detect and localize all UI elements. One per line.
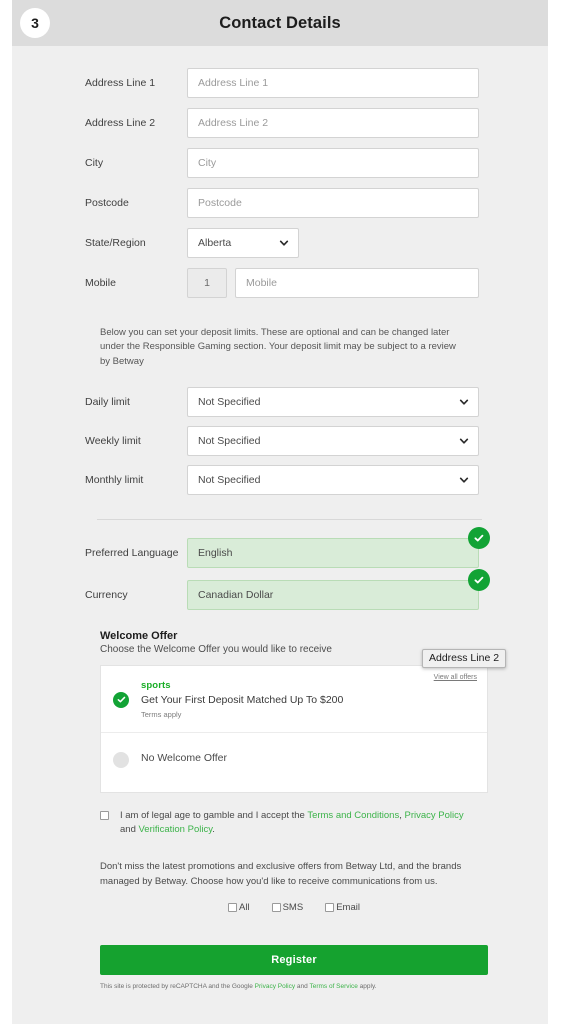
chevron-down-icon: [279, 238, 289, 248]
page-title: Contact Details: [219, 14, 341, 32]
mobile-row: Mobile 1: [12, 268, 548, 298]
state-region-value: Alberta: [198, 237, 232, 249]
currency-label: Currency: [85, 588, 128, 601]
age-consent-checkbox[interactable]: [100, 810, 109, 820]
marketing-channel-options: All SMS Email: [12, 902, 548, 913]
age-consent-row: I am of legal age to gamble and I accept…: [100, 809, 478, 837]
mobile-input[interactable]: [235, 268, 479, 298]
register-button[interactable]: Register: [100, 944, 488, 975]
recaptcha-text-lead: This site is protected by reCAPTCHA and …: [100, 982, 255, 990]
valid-check-icon: [468, 526, 490, 549]
marketing-email-label: Email: [336, 901, 360, 913]
marketing-sms-label: SMS: [282, 901, 304, 913]
consent-sep-2: and: [120, 823, 139, 835]
privacy-policy-link[interactable]: Privacy Policy: [404, 810, 463, 821]
recaptcha-notice: This site is protected by reCAPTCHA and …: [100, 983, 548, 990]
currency-row: Currency Canadian Dollar: [12, 568, 548, 610]
preferred-language-label: Preferred Language: [85, 546, 179, 559]
marketing-all-label: All: [239, 901, 250, 913]
consent-text-end: .: [212, 823, 215, 835]
verification-policy-link[interactable]: Verification Policy: [139, 824, 213, 835]
welcome-offer-option-none[interactable]: No Welcome Offer: [101, 733, 487, 792]
welcome-offer-option-sports[interactable]: sports Get Your First Deposit Matched Up…: [101, 666, 487, 733]
preferred-language-field[interactable]: English: [187, 526, 490, 568]
view-all-offers-link[interactable]: View all offers: [434, 674, 477, 681]
offer-terms-label[interactable]: Terms apply: [141, 710, 343, 719]
no-welcome-offer-label: No Welcome Offer: [141, 751, 227, 764]
address-line-1-row: Address Line 1: [12, 68, 548, 98]
state-region-row: State/Region Alberta: [12, 228, 548, 258]
welcome-offer-card: View all offers sports Get Your First De…: [100, 664, 488, 793]
monthly-limit-row: Monthly limit Not Specified: [12, 464, 548, 495]
city-label: City: [85, 157, 104, 169]
offer-title: Get Your First Deposit Matched Up To $20…: [141, 693, 344, 706]
chevron-down-icon: [459, 397, 469, 407]
marketing-all-checkbox[interactable]: [228, 902, 238, 912]
state-region-label: State/Region: [85, 237, 146, 249]
address-line-2-label: Address Line 2: [85, 117, 156, 129]
marketing-opt-in-text: Don't miss the latest promotions and exc…: [100, 861, 462, 887]
daily-limit-row: Daily limit Not Specified: [12, 386, 548, 417]
monthly-limit-select[interactable]: Not Specified: [187, 464, 479, 495]
monthly-limit-value: Not Specified: [198, 473, 261, 486]
marketing-option-all[interactable]: All: [228, 902, 250, 913]
radio-selected-icon[interactable]: [113, 691, 129, 708]
consent-text-lead: I am of legal age to gamble and I accept…: [120, 809, 308, 821]
marketing-sms-checkbox[interactable]: [271, 902, 281, 912]
offer-brand-label: sports: [141, 679, 171, 691]
address-line-2-row: Address Line 2: [12, 108, 548, 138]
weekly-limit-row: Weekly limit Not Specified: [12, 425, 548, 456]
marketing-option-sms[interactable]: SMS: [271, 901, 304, 913]
age-consent-text: I am of legal age to gamble and I accept…: [120, 809, 478, 837]
step-header: 3 Contact Details: [12, 0, 548, 46]
recaptcha-privacy-policy-link[interactable]: Privacy Policy: [255, 983, 295, 990]
monthly-limit-label: Monthly limit: [85, 473, 144, 486]
postcode-input[interactable]: [187, 188, 479, 218]
state-region-select[interactable]: Alberta: [187, 228, 299, 258]
postcode-label: Postcode: [85, 197, 129, 209]
registration-panel: 3 Contact Details Address Line 1 Address…: [12, 0, 548, 1024]
weekly-limit-label: Weekly limit: [85, 434, 141, 447]
daily-limit-label: Daily limit: [85, 395, 130, 408]
field-tooltip: Address Line 2: [422, 649, 507, 668]
currency-field[interactable]: Canadian Dollar: [187, 568, 490, 610]
chevron-down-icon: [459, 436, 469, 446]
chevron-down-icon: [459, 475, 469, 485]
address-line-1-input[interactable]: [187, 68, 479, 98]
city-row: City: [12, 148, 548, 178]
address-line-2-input[interactable]: [187, 108, 479, 138]
postcode-row: Postcode: [12, 188, 548, 218]
city-input[interactable]: [187, 148, 479, 178]
radio-unselected-icon[interactable]: [113, 751, 129, 768]
welcome-offer-heading: Welcome Offer: [100, 629, 178, 642]
recaptcha-terms-of-service-link[interactable]: Terms of Service: [309, 983, 357, 990]
marketing-email-checkbox[interactable]: [325, 902, 335, 912]
recaptcha-text-end: apply.: [357, 982, 377, 990]
marketing-option-email[interactable]: Email: [325, 902, 360, 913]
terms-and-conditions-link[interactable]: Terms and Conditions: [307, 810, 399, 821]
mobile-country-code[interactable]: 1: [187, 268, 227, 298]
address-line-1-label: Address Line 1: [85, 77, 156, 89]
preferred-language-row: Preferred Language English: [12, 526, 548, 568]
preferred-language-value: English: [198, 546, 233, 559]
daily-limit-value: Not Specified: [198, 395, 261, 408]
recaptcha-sep: and: [295, 982, 310, 990]
weekly-limit-value: Not Specified: [198, 434, 261, 447]
daily-limit-select[interactable]: Not Specified: [187, 386, 479, 417]
weekly-limit-select[interactable]: Not Specified: [187, 425, 479, 456]
contact-details-form: Address Line 1 Address Line 2 City Postc…: [12, 46, 548, 990]
deposit-limits-blurb: Below you can set your deposit limits. T…: [100, 327, 456, 367]
currency-value: Canadian Dollar: [198, 588, 274, 601]
valid-check-icon: [468, 568, 490, 591]
mobile-label: Mobile: [85, 277, 116, 289]
